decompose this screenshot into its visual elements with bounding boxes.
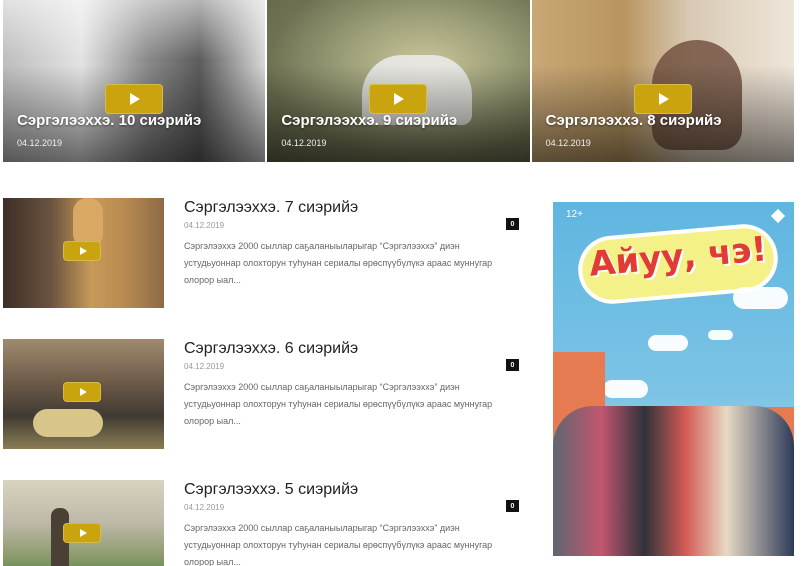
cloud-shape [603,380,648,398]
featured-date: 04.12.2019 [281,138,327,148]
featured-title[interactable]: Сэргэлээхxэ. 9 сиэрийэ [281,112,457,129]
play-icon[interactable] [63,241,101,261]
play-icon[interactable] [369,84,428,114]
episode-title[interactable]: Сэргэлээхxэ. 5 сиэрийэ [184,481,358,499]
featured-title[interactable]: Сэргэлээхxэ. 10 сиэрийэ [17,112,201,129]
episode-title[interactable]: Сэргэлээхxэ. 7 сиэрийэ [184,199,358,217]
comment-count-badge: 0 [506,218,519,230]
cloud-shape [733,287,788,309]
episode-description: Сэргэлээхxэ 2000 сыллар саҕаланыыларыгар… [184,382,493,426]
show-poster-banner[interactable]: 12+ Айуу, чэ! [553,202,794,556]
episode-date: 04.12.2019 [184,221,225,230]
featured-title[interactable]: Сэргэлээхxэ. 8 сиэрийэ [546,112,722,129]
list-item-episode-7: Сэргэлээхxэ. 7 сиэрийэ 04.12.2019 0 Сэрг… [3,198,523,308]
age-rating-label: 12+ [566,209,583,220]
episode-thumbnail[interactable] [3,198,164,308]
featured-card-episode-10[interactable]: Сэргэлээхxэ. 10 сиэрийэ 04.12.2019 [3,0,266,162]
comment-count-badge: 0 [506,359,519,371]
featured-date: 04.12.2019 [545,138,591,148]
episode-thumbnail[interactable] [3,480,164,566]
list-item-episode-6: Сэргэлээхxэ. 6 сиэрийэ 04.12.2019 0 Сэрг… [3,339,523,449]
featured-date: 04.12.2019 [17,138,63,148]
list-item-episode-5: Сэргэлээхxэ. 5 сиэрийэ 04.12.2019 0 Сэрг… [3,480,523,566]
episode-date: 04.12.2019 [184,362,225,371]
play-icon[interactable] [105,84,164,114]
featured-card-episode-8[interactable]: Сэргэлээхxэ. 8 сиэрийэ 04.12.2019 [531,0,794,162]
cloud-shape [648,335,688,351]
episode-description: Сэргэлээхxэ 2000 сыллар саҕаланыыларыгар… [184,523,493,566]
episode-description: Сэргэлээхxэ 2000 сыллар саҕаланыыларыгар… [184,241,493,285]
cloud-shape [708,330,733,340]
episode-thumbnail[interactable] [3,339,164,449]
featured-card-episode-9[interactable]: Сэргэлээхxэ. 9 сиэрийэ 04.12.2019 [267,0,530,162]
diamond-icon [770,208,786,224]
play-icon[interactable] [63,382,101,402]
episode-date: 04.12.2019 [184,503,225,512]
featured-row: Сэргэлээхxэ. 10 сиэрийэ 04.12.2019 Сэргэ… [3,0,794,162]
play-icon[interactable] [63,523,101,543]
play-icon[interactable] [633,84,692,114]
cast-photo [553,406,794,556]
episode-title[interactable]: Сэргэлээхxэ. 6 сиэрийэ [184,340,358,358]
comment-count-badge: 0 [506,500,519,512]
